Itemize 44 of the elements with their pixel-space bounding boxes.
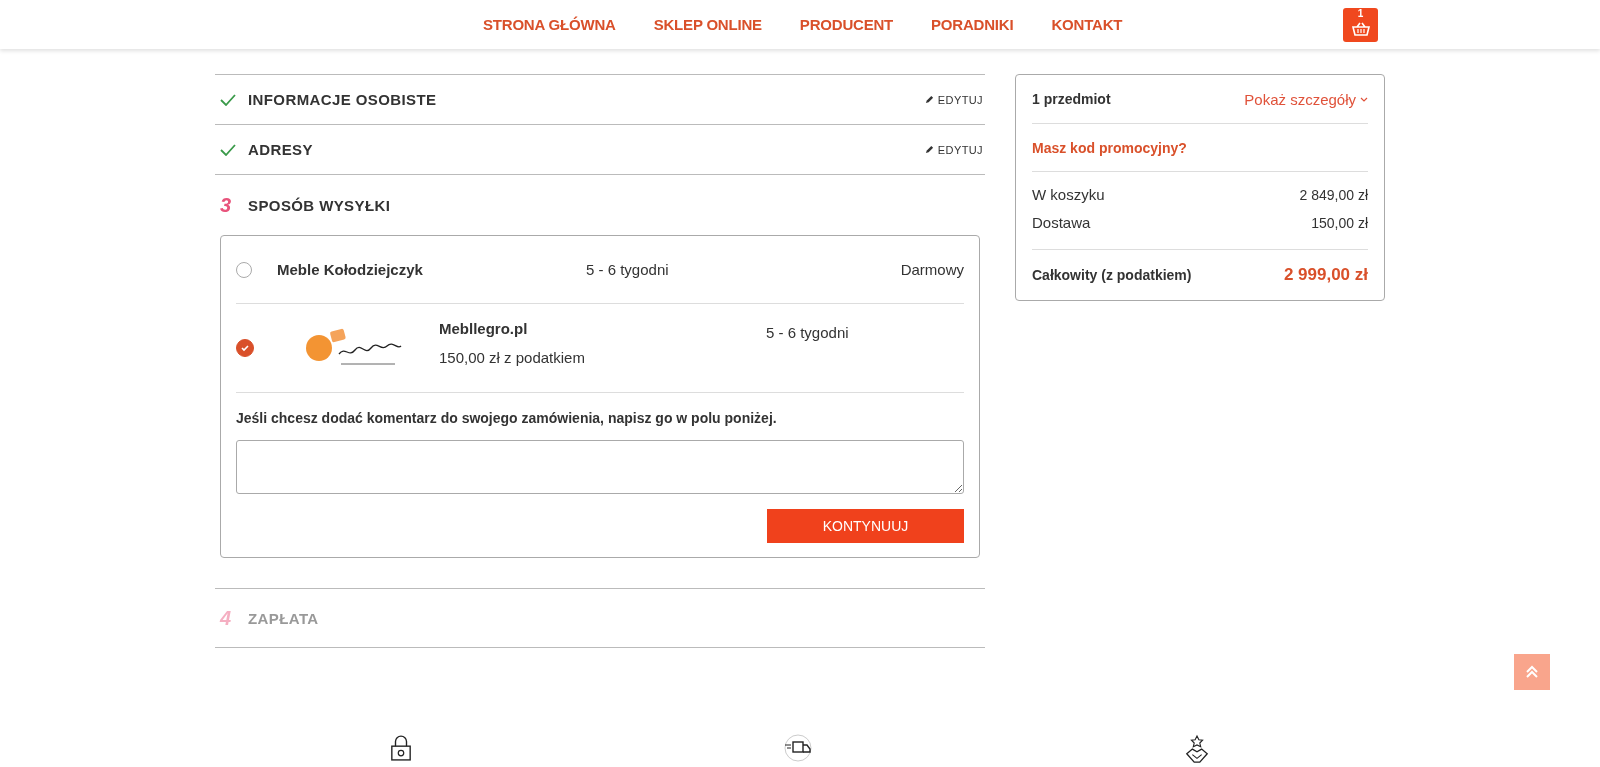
basket-icon: [1350, 22, 1371, 36]
step-number: 3: [220, 193, 233, 217]
delivery-truck-icon: [782, 734, 814, 762]
comment-field[interactable]: [236, 440, 964, 494]
pencil-icon: [924, 145, 934, 154]
nav-link[interactable]: STRONA GŁÓWNA: [483, 16, 616, 33]
item-count: 1 przedmiot: [1032, 91, 1111, 107]
summary-value: 2 849,00 zł: [1299, 186, 1368, 205]
padlock-icon: [390, 734, 412, 762]
step-number: 4: [220, 606, 233, 630]
comment-label: Jeśli chcesz dodać komentarz do swojego zamówienia, napisz go w polu poniżej.: [236, 410, 778, 426]
pencil-icon: [924, 95, 934, 104]
carrier-name: Mebllegro.pl: [439, 320, 529, 337]
total-value: 2 999,00 zł: [1283, 265, 1368, 285]
carrier-price: Darmowy: [899, 261, 964, 278]
total-label: Całkowity (z podatkiem): [1032, 267, 1192, 283]
chevron-down-icon: [1360, 96, 1368, 102]
check-icon: [220, 93, 236, 106]
checkmark-icon: [240, 343, 250, 353]
continue-button[interactable]: KONTYNUUJ: [767, 509, 964, 543]
step-title: SPOSÓB WYSYŁKI: [248, 196, 392, 214]
edit-link[interactable]: EDYTUJ: [924, 143, 983, 156]
carrier-name: Meble Kołodziejczyk: [277, 261, 424, 278]
double-chevron-up-icon: [1525, 665, 1539, 679]
summary-value: 150,00 zł: [1311, 214, 1368, 233]
nav-link[interactable]: KONTAKT: [1051, 16, 1123, 33]
scroll-to-top-button[interactable]: [1514, 654, 1550, 690]
nav-link[interactable]: SKLEP ONLINE: [653, 16, 762, 33]
edit-link[interactable]: EDYTUJ: [924, 93, 983, 106]
cart-button[interactable]: 1: [1343, 8, 1378, 42]
radio-button[interactable]: [236, 339, 254, 357]
nav-link[interactable]: PRODUCENT: [799, 16, 894, 33]
nav-link[interactable]: PORADNIKI: [931, 16, 1014, 33]
summary-label: W koszyku: [1032, 185, 1105, 205]
show-details-link[interactable]: Pokaż szczegóły: [1244, 90, 1368, 108]
carrier-price: 150,00 zł z podatkiem: [439, 349, 586, 366]
step-title: ZAPŁATA: [248, 609, 320, 627]
step-title: INFORMACJE OSOBISTE: [248, 91, 438, 108]
delivery-time: 5 - 6 tygodni: [586, 261, 670, 278]
check-icon: [220, 143, 236, 156]
delivery-time: 5 - 6 tygodni: [766, 324, 849, 341]
summary-label: Dostawa: [1032, 213, 1091, 233]
step-title: ADRESY: [248, 141, 314, 158]
promo-code-link[interactable]: Masz kod promocyjny?: [1032, 139, 1187, 156]
